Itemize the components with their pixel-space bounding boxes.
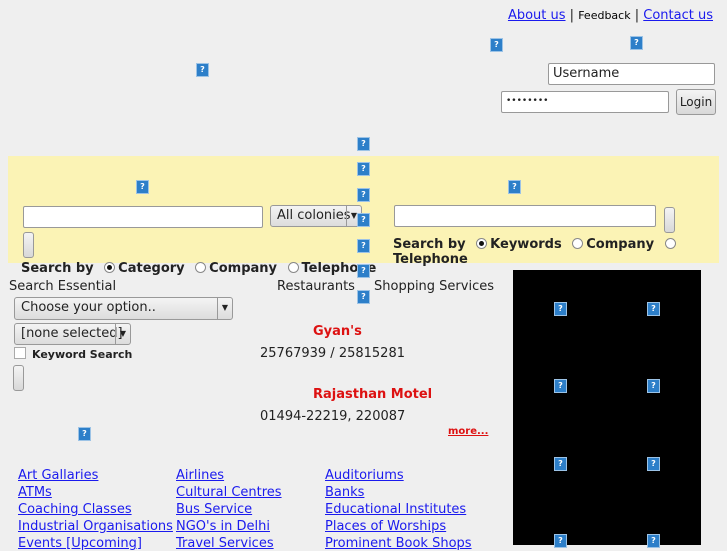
radio-category[interactable] [104,262,116,273]
left-search-input[interactable] [23,206,263,228]
chevron-down-icon: ▼ [217,298,232,319]
category-link[interactable]: Art Gallaries [18,468,98,483]
broken-image-icon: ? [357,213,370,227]
category-link[interactable]: Coaching Classes [18,502,132,517]
category-link[interactable]: ATMs [18,485,52,500]
listing-phone: 01494-22219, 220087 [260,409,406,424]
category-link[interactable]: Educational Institutes [325,502,466,517]
category-link[interactable]: Industrial Organisations [18,519,173,534]
broken-image-icon: ? [357,162,370,176]
feedback-link[interactable]: Feedback [578,9,630,22]
broken-image-icon: ? [357,290,370,304]
broken-image-icon: ? [508,180,521,194]
broken-image-icon: ? [630,36,643,50]
search-by-label: Search by [393,237,466,252]
broken-image-icon: ? [136,180,149,194]
listing-name[interactable]: Rajasthan Motel [313,387,432,402]
category-link[interactable]: Banks [325,485,364,500]
category-link[interactable]: NGO's in Delhi [176,519,270,534]
colonies-select[interactable]: All colonies ▼ [270,205,362,227]
left-search-by: Search by Category Company Telephone [21,261,376,276]
more-link[interactable]: more... [448,426,488,437]
keyword-search-label: Keyword Search [32,348,133,361]
username-input[interactable]: Username [548,63,715,85]
separator: | [569,8,575,23]
none-value: [none selected] [21,326,123,341]
radio-label: Telephone [393,252,468,267]
category-link[interactable]: Events [Upcoming] [18,536,142,551]
radio-telephone[interactable] [287,262,299,273]
colonies-value: All colonies [277,208,351,223]
broken-image-icon: ? [647,457,660,471]
radio-company[interactable] [572,238,584,249]
login-button[interactable]: Login [676,89,716,115]
broken-image-icon: ? [554,534,567,548]
broken-image-icon: ? [78,427,91,441]
broken-image-icon: ? [357,188,370,202]
broken-image-icon: ? [554,302,567,316]
category-link[interactable]: Airlines [176,468,224,483]
category-link[interactable]: Cultural Centres [176,485,282,500]
none-selected-select[interactable]: [none selected] ▼ [14,323,131,345]
chevron-down-icon: ▼ [115,324,130,344]
tab-restaurants[interactable]: Restaurants [277,279,355,294]
choose-option-select[interactable]: Choose your option.. ▼ [14,297,233,320]
broken-image-icon: ? [647,534,660,548]
listing-name[interactable]: Gyan's [313,324,362,339]
category-link[interactable]: Bus Service [176,502,252,517]
contact-link[interactable]: Contact us [643,8,713,23]
top-links: About us | Feedback | Contact us [508,8,713,23]
broken-image-icon: ? [196,63,209,77]
keyword-search: Keyword Search [14,347,132,361]
radio-telephone[interactable] [664,238,676,249]
radio-label: Category [118,261,185,276]
essential-title: Search Essential [9,279,117,294]
broken-image-icon: ? [490,38,503,52]
radio-label: Company [209,261,277,276]
radio-company[interactable] [195,262,207,273]
password-input[interactable]: •••••••• [501,91,669,113]
category-link[interactable]: Places of Worships [325,519,446,534]
about-link[interactable]: About us [508,8,566,23]
tab-shopping-services[interactable]: Shopping Services [374,279,494,294]
broken-image-icon: ? [357,264,370,278]
radio-keywords[interactable] [476,238,488,249]
category-link[interactable]: Travel Services [176,536,274,551]
choose-value: Choose your option.. [21,300,156,315]
broken-image-icon: ? [554,457,567,471]
radio-label: Keywords [490,237,562,252]
category-link[interactable]: Auditoriums [325,468,404,483]
right-search-by: Search by Keywords Company Telephone [393,237,727,267]
ad-panel [513,270,701,545]
radio-label: Company [586,237,655,252]
separator: | [634,8,640,23]
broken-image-icon: ? [357,239,370,253]
keyword-search-checkbox[interactable] [14,347,26,359]
broken-image-icon: ? [647,302,660,316]
broken-image-icon: ? [554,379,567,393]
listing-phone: 25767939 / 25815281 [260,346,405,361]
broken-image-icon: ? [357,137,370,151]
left-search-button[interactable] [23,232,34,258]
search-by-label: Search by [21,261,94,276]
right-search-button[interactable] [664,207,675,233]
category-link[interactable]: Prominent Book Shops [325,536,472,551]
broken-image-icon: ? [647,379,660,393]
essential-search-button[interactable] [13,365,24,391]
right-search-input[interactable] [394,205,656,227]
